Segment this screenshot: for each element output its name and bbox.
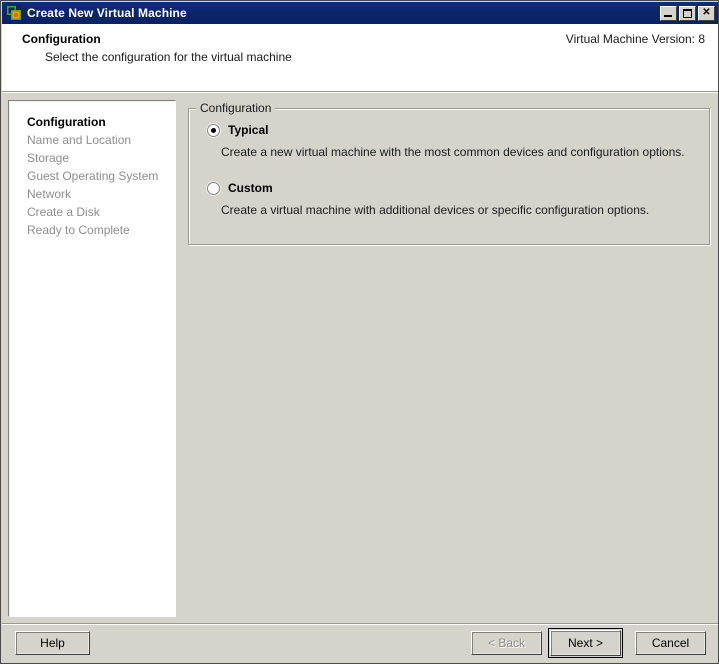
radio-custom-indicator[interactable] — [207, 181, 220, 195]
sidebar-item-network[interactable]: Network — [27, 185, 175, 203]
vm-version-label: Virtual Machine Version: 8 — [565, 32, 705, 46]
window-controls: ✕ — [660, 5, 715, 21]
radio-typical-description: Create a new virtual machine with the mo… — [221, 145, 685, 159]
wizard-steps-list: Configuration Name and Location Storage … — [9, 101, 175, 239]
sidebar-item-guest-operating-system[interactable]: Guest Operating System — [27, 167, 175, 185]
cancel-button[interactable]: Cancel — [635, 631, 706, 655]
next-button[interactable]: Next > — [550, 630, 621, 656]
radio-option-custom[interactable]: Custom — [207, 181, 273, 195]
radio-typical-indicator[interactable] — [207, 123, 220, 137]
radio-typical-label: Typical — [228, 123, 269, 137]
wizard-header: Configuration Select the configuration f… — [2, 24, 718, 92]
sidebar-item-ready-to-complete[interactable]: Ready to Complete — [27, 221, 175, 239]
page-subtitle: Select the configuration for the virtual… — [45, 50, 292, 64]
back-button[interactable]: < Back — [471, 631, 542, 655]
page-title: Configuration — [22, 32, 101, 46]
sidebar-item-storage[interactable]: Storage — [27, 149, 175, 167]
minimize-button[interactable] — [660, 5, 677, 21]
create-new-virtual-machine-dialog: Create New Virtual Machine ✕ Configurati… — [0, 0, 719, 664]
sidebar-item-configuration[interactable]: Configuration — [27, 113, 175, 131]
sidebar-item-create-a-disk[interactable]: Create a Disk — [27, 203, 175, 221]
dialog-body: Configuration Name and Location Storage … — [2, 93, 718, 623]
help-button[interactable]: Help — [15, 631, 90, 655]
maximize-button[interactable] — [679, 5, 696, 21]
title-bar: Create New Virtual Machine ✕ — [2, 2, 718, 24]
radio-custom-description: Create a virtual machine with additional… — [221, 203, 650, 217]
radio-custom-label: Custom — [228, 181, 273, 195]
sidebar-item-name-and-location[interactable]: Name and Location — [27, 131, 175, 149]
radio-option-typical[interactable]: Typical — [207, 123, 268, 137]
dialog-footer: Help < Back Next > Cancel — [2, 625, 718, 663]
window-title: Create New Virtual Machine — [27, 6, 187, 20]
wizard-steps-panel: Configuration Name and Location Storage … — [8, 100, 176, 617]
virtual-machine-icon — [6, 5, 22, 21]
configuration-options: Typical Create a new virtual machine wit… — [188, 108, 710, 245]
next-button-default-frame: Next > — [548, 628, 623, 658]
close-button[interactable]: ✕ — [698, 5, 715, 21]
